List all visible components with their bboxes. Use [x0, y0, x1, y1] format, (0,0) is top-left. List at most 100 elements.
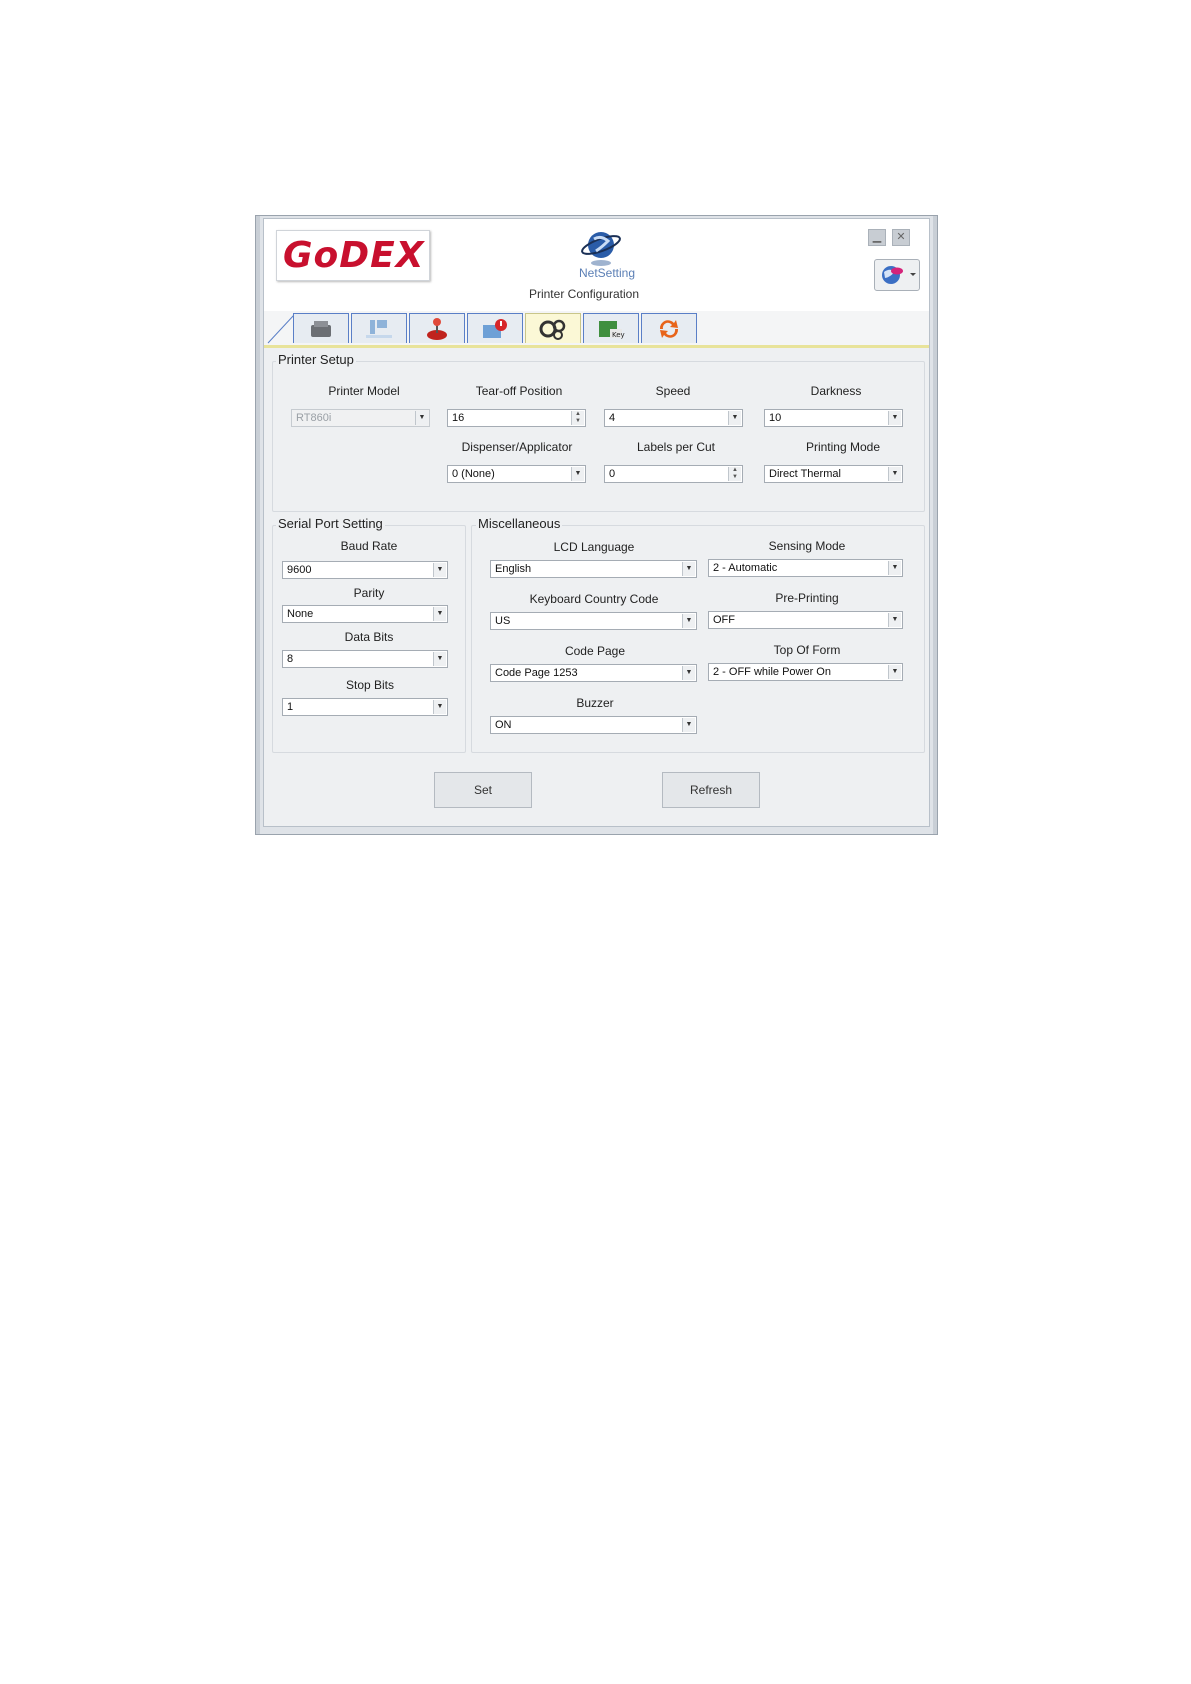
tab-control[interactable]	[409, 313, 465, 343]
chevron-down-icon: ▼	[682, 718, 695, 732]
parity-label: Parity	[353, 586, 385, 600]
printing-mode-value: Direct Thermal	[769, 468, 841, 480]
lcd-language-value: English	[495, 563, 532, 575]
dispenser-select[interactable]: 0 (None) ▼	[447, 465, 586, 483]
baud-rate-value: 9600	[287, 564, 312, 576]
keyboard-country-code-value: US	[495, 615, 511, 627]
lcd-language-select[interactable]: English ▼	[490, 560, 697, 578]
speed-value: 4	[609, 412, 616, 424]
code-page-label: Code Page	[564, 644, 626, 658]
header: GoDEX NetSetting Printer Configuration ▁…	[264, 219, 929, 312]
printer-model-label: Printer Model	[328, 384, 400, 398]
labels-per-cut-value: 0	[609, 468, 616, 480]
chevron-down-icon: ▼	[888, 467, 901, 481]
stop-bits-select[interactable]: 1 ▼	[282, 698, 448, 716]
refresh-button[interactable]: Refresh	[662, 772, 760, 808]
dispenser-value: 0 (None)	[452, 468, 495, 480]
chevron-down-icon: ▼	[682, 666, 695, 680]
tab-alert[interactable]	[467, 313, 523, 343]
svg-text:Key: Key	[612, 331, 625, 339]
minimize-button[interactable]: ▁	[868, 229, 886, 246]
parity-value: None	[287, 608, 314, 620]
tab-key[interactable]: Key	[583, 313, 639, 343]
pre-printing-value: OFF	[713, 614, 735, 626]
tab-printer[interactable]	[293, 313, 349, 343]
logo-text: GoDEX	[283, 235, 425, 276]
top-of-form-label: Top Of Form	[773, 643, 841, 657]
code-page-select[interactable]: Code Page 1253 ▼	[490, 664, 697, 682]
pre-printing-label: Pre-Printing	[775, 591, 839, 605]
app-name: NetSetting	[579, 266, 636, 280]
tab-refresh[interactable]	[641, 313, 697, 343]
set-button[interactable]: Set	[434, 772, 532, 808]
speed-label: Speed	[655, 384, 691, 398]
chevron-down-icon: ▼	[888, 411, 901, 425]
chevron-down-icon: ▼	[433, 563, 446, 577]
keyboard-country-code-select[interactable]: US ▼	[490, 612, 697, 630]
chevron-down-icon: ▼	[433, 607, 446, 621]
tearoff-position-spinner[interactable]: 16 ▲ ▼	[447, 409, 586, 427]
speed-select[interactable]: 4 ▼	[604, 409, 743, 427]
printer-model-select: RT860i ▼	[291, 409, 430, 427]
printer-icon	[311, 321, 331, 337]
parity-select[interactable]: None ▼	[282, 605, 448, 623]
chevron-down-icon: ▼	[728, 411, 741, 425]
buzzer-label: Buzzer	[576, 696, 614, 710]
stop-bits-value: 1	[287, 701, 294, 713]
chevron-down-icon: ▼	[888, 561, 901, 575]
buzzer-select[interactable]: ON ▼	[490, 716, 697, 734]
miscellaneous-title: Miscellaneous	[476, 516, 563, 531]
baud-rate-select[interactable]: 9600 ▼	[282, 561, 448, 579]
lcd-language-label: LCD Language	[553, 540, 635, 554]
printer-model-value: RT860i	[296, 412, 332, 424]
serial-port-title: Serial Port Setting	[276, 516, 385, 531]
sensing-mode-select[interactable]: 2 - Automatic ▼	[708, 559, 903, 577]
joystick-icon	[427, 318, 447, 340]
printer-setup-title: Printer Setup	[276, 352, 356, 367]
window-body: GoDEX NetSetting Printer Configuration ▁…	[263, 218, 930, 827]
keyboard-country-code-label: Keyboard Country Code	[529, 592, 659, 606]
chevron-down-icon: ▼	[433, 652, 446, 666]
pre-printing-select[interactable]: OFF ▼	[708, 611, 903, 629]
darkness-value: 10	[769, 412, 782, 424]
top-of-form-value: 2 - OFF while Power On	[713, 666, 831, 678]
labels-per-cut-spinner[interactable]: 0 ▲ ▼	[604, 465, 743, 483]
buzzer-value: ON	[495, 719, 512, 731]
darkness-label: Darkness	[810, 384, 862, 398]
stop-bits-label: Stop Bits	[345, 678, 395, 692]
language-globe-icon	[882, 266, 916, 284]
labels-per-cut-label: Labels per Cut	[636, 440, 716, 454]
gears-icon	[539, 319, 566, 340]
printing-mode-select[interactable]: Direct Thermal ▼	[764, 465, 903, 483]
darkness-select[interactable]: 10 ▼	[764, 409, 903, 427]
printing-mode-label: Printing Mode	[805, 440, 881, 454]
spinner-arrows-icon[interactable]: ▲ ▼	[728, 467, 741, 481]
chevron-down-icon: ▼	[888, 613, 901, 627]
spinner-arrows-icon[interactable]: ▲ ▼	[571, 411, 584, 425]
tab-configuration[interactable]	[525, 313, 581, 343]
top-of-form-select[interactable]: 2 - OFF while Power On ▼	[708, 663, 903, 681]
printer-configuration-window: GoDEX NetSetting Printer Configuration ▁…	[255, 215, 938, 835]
network-ip-icon	[366, 320, 392, 338]
sensing-mode-label: Sensing Mode	[768, 539, 846, 553]
data-bits-label: Data Bits	[344, 630, 394, 644]
chevron-down-icon: ▼	[433, 700, 446, 714]
baud-rate-label: Baud Rate	[340, 539, 398, 553]
data-bits-select[interactable]: 8 ▼	[282, 650, 448, 668]
tearoff-position-label: Tear-off Position	[475, 384, 563, 398]
dispenser-label: Dispenser/Applicator	[461, 440, 573, 454]
language-button[interactable]	[874, 259, 920, 291]
chevron-down-icon: ▼	[888, 665, 901, 679]
chevron-down-icon: ▼	[415, 411, 428, 425]
tab-strip: Key	[264, 311, 929, 348]
refresh-icon	[659, 320, 679, 338]
data-bits-value: 8	[287, 653, 294, 665]
key-icon: Key	[599, 321, 625, 339]
chevron-down-icon: ▼	[682, 614, 695, 628]
chevron-down-icon: ▼	[682, 562, 695, 576]
close-button[interactable]: ✕	[892, 229, 910, 246]
tab-network[interactable]	[351, 313, 407, 343]
sensing-mode-value: 2 - Automatic	[713, 562, 778, 574]
code-page-value: Code Page 1253	[495, 667, 578, 679]
godex-logo: GoDEX	[276, 230, 430, 281]
